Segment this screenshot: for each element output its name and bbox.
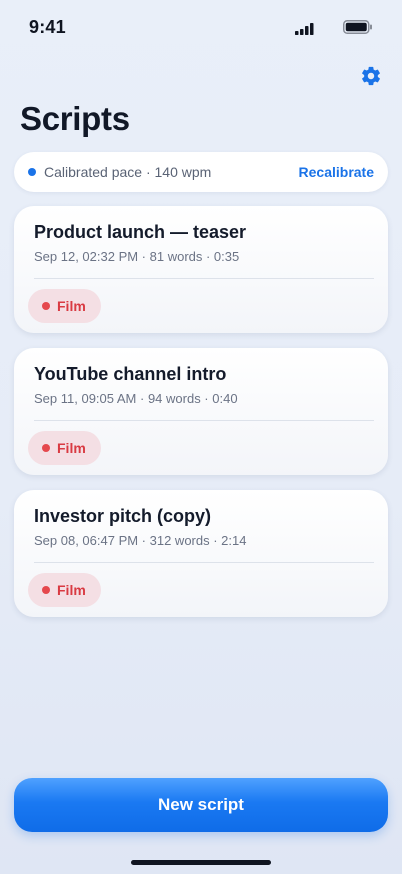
new-script-button[interactable]: New script	[14, 778, 388, 832]
tag-label: Film	[57, 298, 86, 314]
script-title: Product launch — teaser	[34, 222, 247, 242]
film-tag[interactable]: Film	[28, 289, 101, 323]
home-indicator	[131, 860, 271, 865]
status-bar: 9:41	[0, 0, 402, 56]
script-card[interactable]: Product launch — teaser Sep 12, 02:32 PM…	[14, 206, 388, 333]
script-card[interactable]: YouTube channel intro Sep 11, 09:05 AM ·…	[14, 348, 388, 475]
film-tag[interactable]: Film	[28, 573, 101, 607]
divider	[34, 562, 374, 563]
script-meta: Sep 08, 06:47 PM · 312 words · 2:14	[34, 533, 247, 548]
tag-dot	[42, 444, 50, 452]
film-tag[interactable]: Film	[28, 431, 101, 465]
signal-icon	[295, 22, 315, 40]
tag-label: Film	[57, 440, 86, 456]
battery-icon	[343, 20, 373, 39]
tag-label: Film	[57, 582, 86, 598]
script-card[interactable]: Investor pitch (copy) Sep 08, 06:47 PM ·…	[14, 490, 388, 617]
gear-icon	[360, 65, 382, 92]
divider	[34, 278, 374, 279]
divider	[34, 420, 374, 421]
script-meta: Sep 12, 02:32 PM · 81 words · 0:35	[34, 249, 240, 264]
pace-text: Calibrated pace · 140 wpm	[44, 164, 212, 180]
settings-button[interactable]	[359, 66, 383, 90]
pace-indicator-dot	[28, 168, 36, 176]
tag-dot	[42, 302, 50, 310]
script-meta: Sep 11, 09:05 AM · 94 words · 0:40	[34, 391, 238, 406]
script-title: YouTube channel intro	[34, 364, 227, 384]
status-time: 9:41	[29, 17, 66, 37]
page-title: Scripts	[20, 100, 130, 137]
script-title: Investor pitch (copy)	[34, 506, 212, 526]
pace-bar: Calibrated pace · 140 wpm Recalibrate	[14, 152, 388, 192]
recalibrate-button[interactable]: Recalibrate	[299, 164, 374, 180]
tag-dot	[42, 586, 50, 594]
